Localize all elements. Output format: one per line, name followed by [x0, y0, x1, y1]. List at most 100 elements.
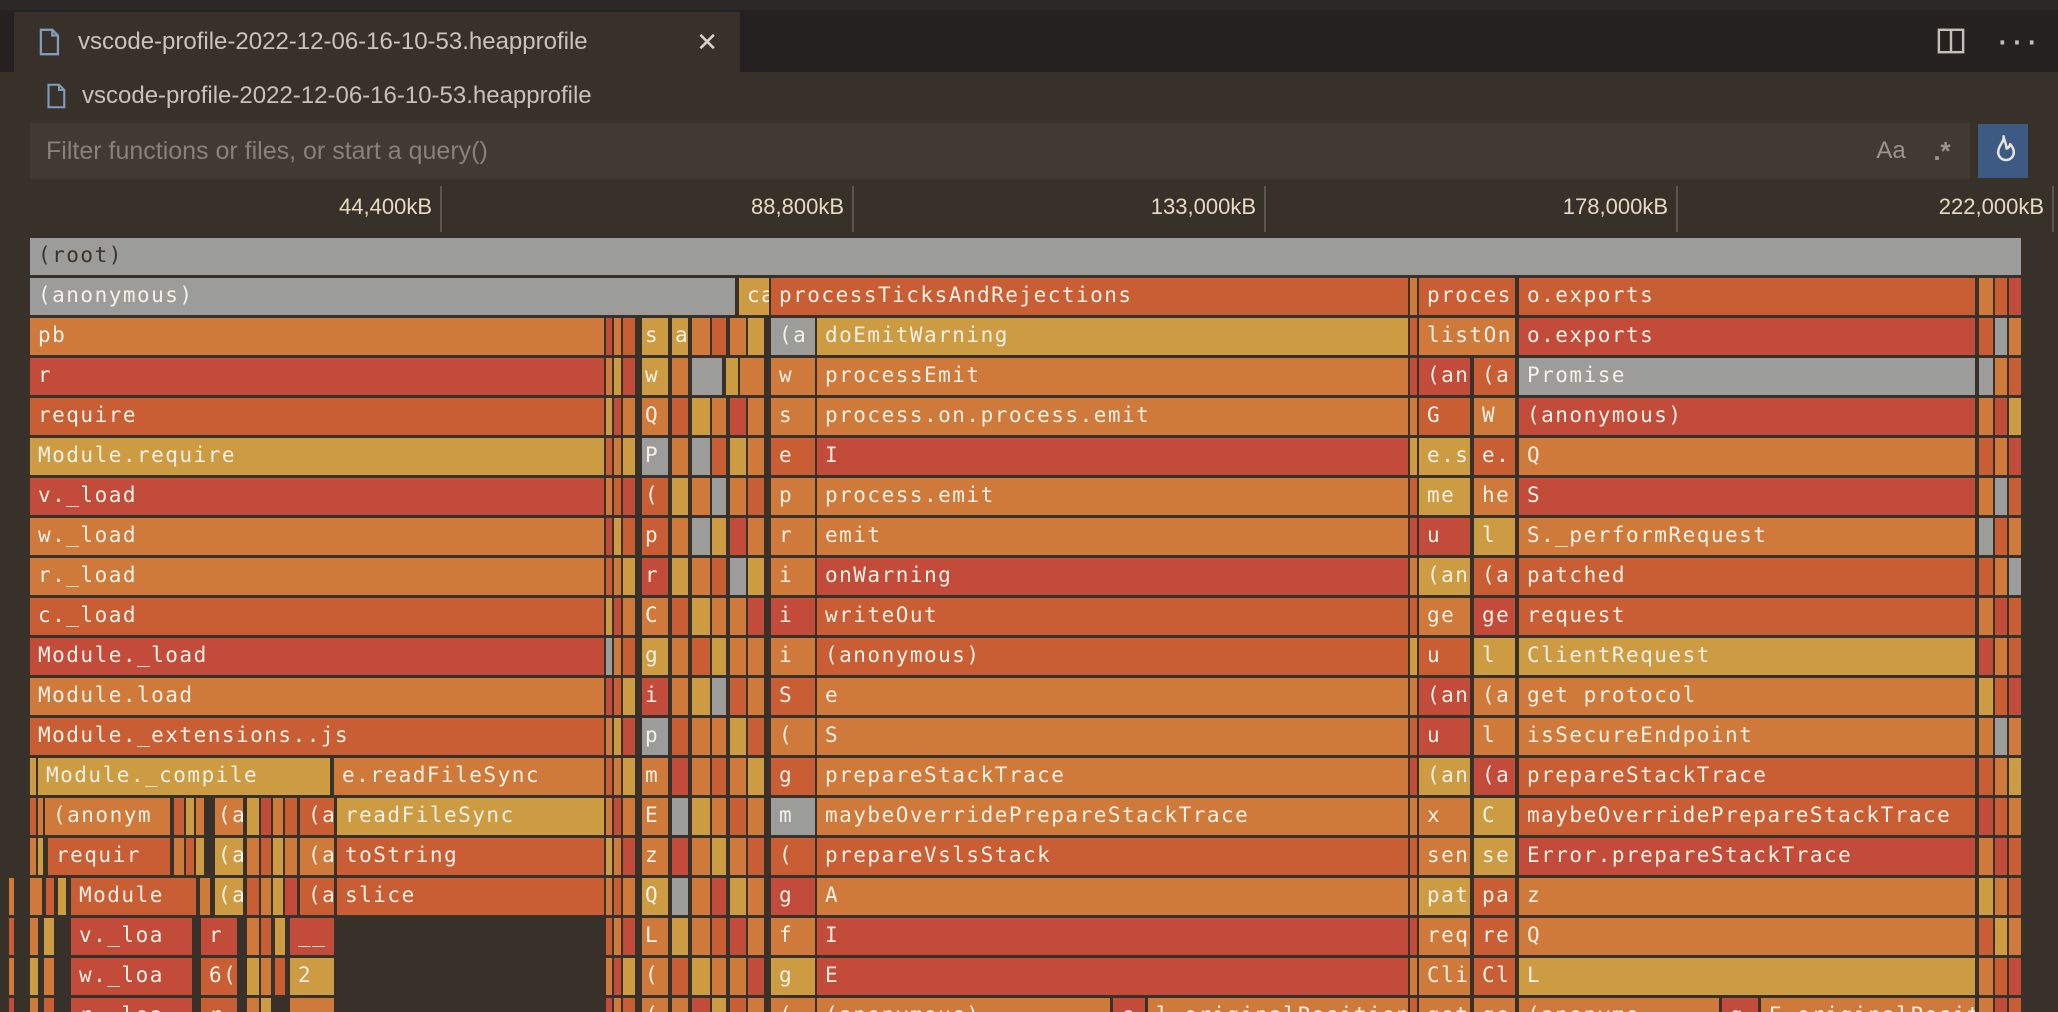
flame-sliver[interactable] [1979, 838, 1993, 875]
flame-segment[interactable]: L [642, 918, 668, 955]
flame-segment[interactable]: prepareStackTrace [1519, 758, 1975, 795]
flame-sliver[interactable] [692, 558, 710, 595]
flame-segment[interactable]: e. [1474, 438, 1515, 475]
flame-sliver[interactable] [196, 838, 204, 875]
flame-sliver[interactable] [1410, 598, 1417, 635]
flame-segment[interactable]: Promise [1519, 358, 1975, 395]
flame-segment[interactable]: Module._compile [38, 758, 330, 795]
flame-segment[interactable]: (a [215, 798, 243, 835]
flame-sliver[interactable] [740, 358, 764, 395]
match-case-button[interactable]: Aa [1868, 123, 1914, 179]
flame-segment[interactable]: (anonymous) [817, 638, 1408, 675]
flame-sliver[interactable] [748, 758, 764, 795]
flame-segment[interactable]: prepareVslsStack [817, 838, 1408, 875]
flame-sliver[interactable] [614, 878, 621, 915]
flame-sliver[interactable] [1979, 558, 1993, 595]
flame-sliver[interactable] [623, 918, 635, 955]
flame-segment[interactable]: s [642, 318, 668, 355]
flame-segment[interactable]: g [642, 638, 668, 675]
flame-sliver[interactable] [1410, 798, 1417, 835]
flame-segment[interactable]: got [1419, 998, 1470, 1012]
flame-segment[interactable]: me [1419, 478, 1470, 515]
flame-sliver[interactable] [1995, 638, 2007, 675]
flame-segment[interactable]: S [1519, 478, 1975, 515]
flame-segment[interactable]: E [642, 798, 668, 835]
flame-sliver[interactable] [712, 678, 726, 715]
flame-sliver[interactable] [672, 478, 688, 515]
flame-sliver[interactable] [1995, 918, 2007, 955]
flame-segment[interactable]: z [1519, 878, 1975, 915]
flame-segment[interactable]: E.originalPositionFo [1761, 998, 1975, 1012]
flame-sliver[interactable] [261, 878, 271, 915]
flame-sliver[interactable] [748, 918, 764, 955]
flame-segment[interactable]: req [1419, 918, 1470, 955]
flame-sliver[interactable] [692, 598, 710, 635]
flame-segment[interactable]: proces [1419, 278, 1515, 315]
flame-sliver[interactable] [623, 638, 635, 675]
flame-sliver[interactable] [748, 638, 764, 675]
flame-sliver[interactable] [1995, 558, 2007, 595]
flame-sliver[interactable] [623, 438, 635, 475]
flame-segment[interactable]: u [1419, 518, 1470, 555]
flame-sliver[interactable] [712, 918, 726, 955]
flame-segment[interactable]: ge [1474, 998, 1515, 1012]
flame-sliver[interactable] [692, 358, 722, 395]
flame-sliver[interactable] [730, 438, 746, 475]
flame-sliver[interactable] [30, 838, 36, 875]
flame-sliver[interactable] [623, 318, 635, 355]
flame-segment[interactable]: re [1474, 918, 1515, 955]
flame-segment[interactable]: ( [771, 838, 815, 875]
flame-sliver[interactable] [1410, 958, 1417, 995]
flame-sliver[interactable] [672, 678, 688, 715]
flame-segment[interactable]: (a [1474, 558, 1515, 595]
flame-sliver[interactable] [730, 678, 746, 715]
flame-sliver[interactable] [1410, 718, 1417, 755]
flame-segment[interactable]: Q [1519, 918, 1975, 955]
flame-segment[interactable]: ge [1419, 598, 1470, 635]
flame-segment[interactable]: o.exports [1519, 278, 1975, 315]
flame-sliver[interactable] [1995, 998, 2007, 1012]
flame-sliver[interactable] [748, 798, 764, 835]
flame-sliver[interactable] [712, 758, 726, 795]
flame-segment[interactable]: ( [642, 478, 668, 515]
flame-segment[interactable]: m [642, 758, 668, 795]
flame-segment[interactable]: u [1419, 638, 1470, 675]
flame-sliver[interactable] [9, 998, 14, 1012]
flame-segment[interactable]: process.emit [817, 478, 1408, 515]
flame-segment[interactable]: 6( [201, 958, 237, 995]
flame-sliver[interactable] [1995, 758, 2007, 795]
flame-sliver[interactable] [672, 918, 688, 955]
filter-input[interactable] [30, 123, 1970, 179]
flame-segment[interactable]: ca [739, 278, 769, 315]
flame-segment[interactable]: Cli [1419, 958, 1470, 995]
flame-segment[interactable]: (anonymous) [30, 278, 735, 315]
flame-sliver[interactable] [614, 718, 621, 755]
flame-sliver[interactable] [748, 598, 764, 635]
flame-sliver[interactable] [623, 718, 635, 755]
flame-sliver[interactable] [614, 758, 621, 795]
flame-sliver[interactable] [623, 558, 635, 595]
flame-segment[interactable]: g [771, 758, 815, 795]
flame-sliver[interactable] [730, 998, 746, 1012]
flame-sliver[interactable] [1995, 398, 2007, 435]
flame-sliver[interactable] [606, 718, 612, 755]
flame-segment[interactable]: e [771, 438, 815, 475]
flame-sliver[interactable] [273, 878, 283, 915]
flame-sliver[interactable] [712, 718, 726, 755]
flame-sliver[interactable] [748, 718, 764, 755]
flame-sliver[interactable] [748, 398, 764, 435]
flame-sliver[interactable] [748, 878, 764, 915]
flame-sliver[interactable] [30, 918, 38, 955]
flame-sliver[interactable] [1995, 958, 2007, 995]
flame-segment[interactable]: W [1474, 398, 1515, 435]
flame-sliver[interactable] [247, 838, 259, 875]
flame-sliver[interactable] [1995, 438, 2007, 475]
flame-segment[interactable]: pat [1419, 878, 1470, 915]
flame-sliver[interactable] [606, 478, 612, 515]
flame-sliver[interactable] [1410, 318, 1417, 355]
flame-segment[interactable]: w._load [30, 518, 604, 555]
flame-segment[interactable]: toString [337, 838, 604, 875]
flame-sliver[interactable] [285, 798, 297, 835]
flame-sliver[interactable] [2009, 278, 2021, 315]
flame-sliver[interactable] [712, 798, 726, 835]
